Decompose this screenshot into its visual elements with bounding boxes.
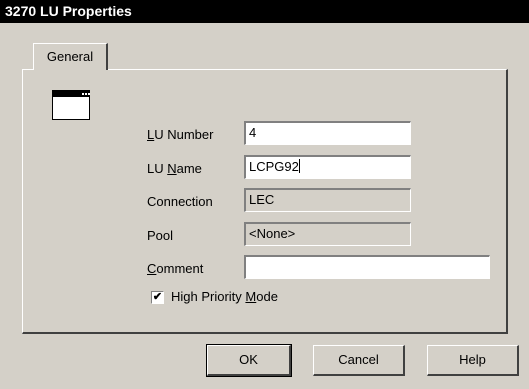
text-caret [298, 159, 300, 173]
window-icon [52, 90, 90, 120]
title-bar: 3270 LU Properties [0, 0, 529, 23]
check-mark-icon: ✔ [152, 291, 163, 303]
high-priority-mode-label[interactable]: High Priority Mode [171, 288, 278, 306]
window-title: 3270 LU Properties [5, 3, 132, 19]
comment-label: Comment [147, 261, 204, 276]
lu-name-label: LU Name [147, 161, 202, 176]
pool-label: Pool [147, 228, 174, 243]
pool-field: <None> [244, 222, 411, 246]
comment-input[interactable] [244, 255, 490, 279]
tab-general-label: General [46, 49, 94, 64]
connection-field: LEC [244, 188, 411, 212]
help-button[interactable]: Help [427, 345, 519, 376]
ok-button[interactable]: OK [206, 344, 292, 377]
properties-dialog: 3270 LU Properties General LU Number 4 L… [0, 0, 529, 389]
lu-name-input[interactable]: LCPG92 [244, 155, 411, 179]
lu-number-input[interactable]: 4 [244, 121, 411, 145]
cancel-button[interactable]: Cancel [313, 345, 405, 376]
tab-general[interactable]: General [33, 43, 108, 70]
lu-number-label: LU Number [147, 127, 214, 142]
high-priority-mode-checkbox[interactable]: ✔ [151, 291, 164, 304]
connection-label: Connection [147, 194, 213, 209]
